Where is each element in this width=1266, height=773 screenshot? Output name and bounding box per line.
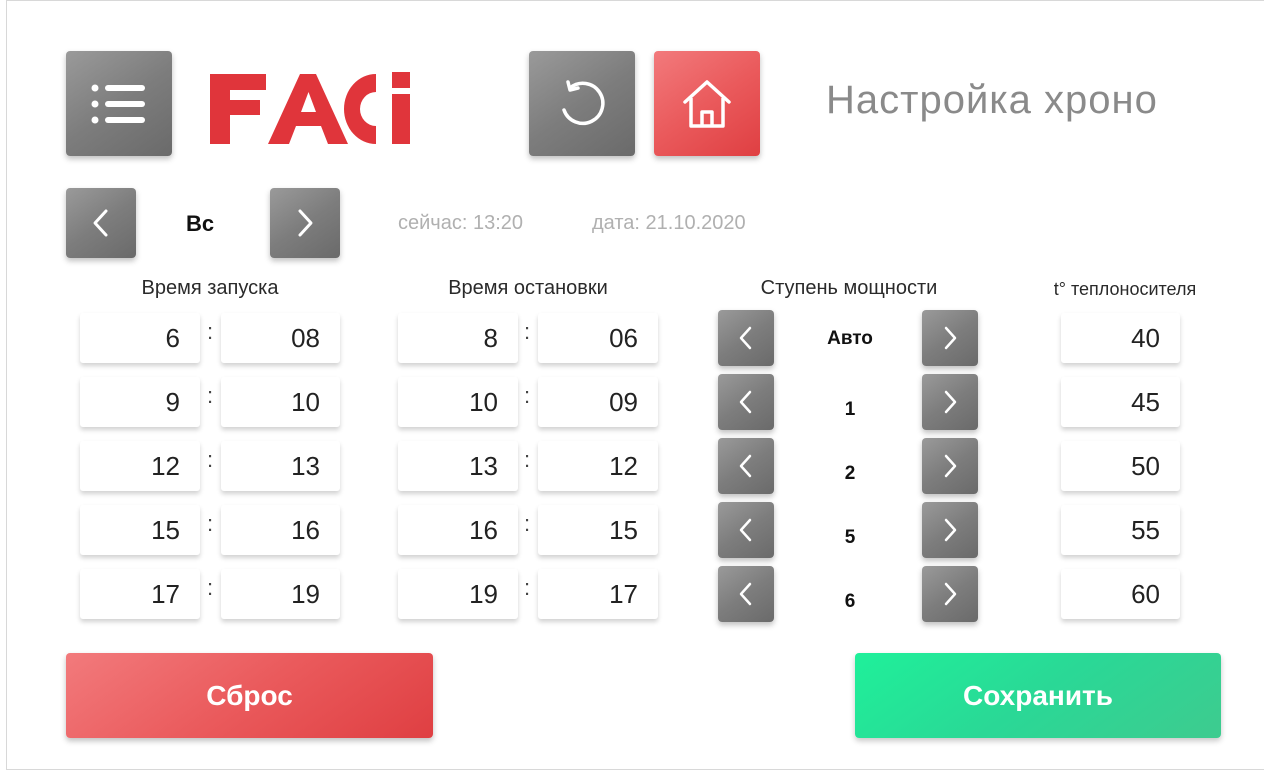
reset-button[interactable]: Сброс (66, 653, 433, 738)
power-level-value: 5 (844, 527, 856, 548)
start-hour-field[interactable]: 15 (80, 505, 200, 555)
column-header-temp: t° теплоносителя (1053, 279, 1197, 299)
power-prev-button[interactable] (718, 310, 774, 366)
menu-button[interactable] (66, 51, 172, 156)
undo-button[interactable] (529, 51, 635, 156)
time-separator: : (523, 383, 531, 408)
stop-hour-field[interactable]: 19 (398, 569, 518, 619)
stop-hour-field[interactable]: 13 (398, 441, 518, 491)
column-header-stop: Время остановки (448, 277, 608, 299)
stop-minute-field[interactable]: 17 (538, 569, 658, 619)
start-minute-field[interactable]: 13 (221, 441, 340, 491)
start-hour-field[interactable]: 17 (80, 569, 200, 619)
stop-minute-field[interactable]: 15 (538, 505, 658, 555)
day-next-button[interactable] (270, 188, 340, 258)
power-level-value: 6 (844, 591, 856, 612)
chevron-right-icon (944, 326, 957, 350)
start-minute-field[interactable]: 10 (221, 377, 340, 427)
day-prev-button[interactable] (66, 188, 136, 258)
power-next-button[interactable] (922, 502, 978, 558)
faci-logo (210, 72, 410, 144)
start-minute-field[interactable]: 19 (221, 569, 340, 619)
start-minute-field[interactable]: 16 (221, 505, 340, 555)
reset-button-label: Сброс (206, 679, 293, 711)
stop-minute-field[interactable]: 06 (538, 313, 658, 363)
start-hour-field[interactable]: 9 (80, 377, 200, 427)
stop-minute-field[interactable]: 12 (538, 441, 658, 491)
chevron-left-icon (739, 390, 752, 414)
time-separator: : (206, 447, 214, 472)
chevron-right-icon (944, 454, 957, 478)
chevron-right-icon (944, 582, 957, 606)
power-next-button[interactable] (922, 438, 978, 494)
time-separator: : (206, 319, 214, 344)
power-prev-button[interactable] (718, 566, 774, 622)
home-button[interactable] (654, 51, 760, 156)
coolant-temp-field[interactable]: 45 (1061, 377, 1180, 427)
power-prev-button[interactable] (718, 374, 774, 430)
coolant-temp-field[interactable]: 40 (1061, 313, 1180, 363)
time-separator: : (523, 447, 531, 472)
start-hour-field[interactable]: 12 (80, 441, 200, 491)
chevron-right-icon (944, 518, 957, 542)
power-next-button[interactable] (922, 566, 978, 622)
power-next-button[interactable] (922, 310, 978, 366)
chevron-left-icon (739, 454, 752, 478)
chevron-left-icon (93, 209, 108, 237)
stop-hour-field[interactable]: 10 (398, 377, 518, 427)
time-separator: : (206, 383, 214, 408)
undo-icon (562, 79, 605, 125)
column-header-power: Ступень мощности (760, 277, 938, 299)
current-time: сейчас: 13:20 (398, 212, 523, 234)
coolant-temp-field[interactable]: 50 (1061, 441, 1180, 491)
current-date: дата: 21.10.2020 (592, 212, 746, 234)
chevron-left-icon (739, 518, 752, 542)
coolant-temp-field[interactable]: 60 (1061, 569, 1180, 619)
power-prev-button[interactable] (718, 502, 774, 558)
chevron-left-icon (739, 326, 752, 350)
power-level-value: Авто (827, 328, 873, 349)
power-level-value: 2 (844, 463, 856, 484)
chevron-left-icon (739, 582, 752, 606)
save-button-label: Сохранить (963, 679, 1113, 711)
time-separator: : (523, 319, 531, 344)
start-hour-field[interactable]: 6 (80, 313, 200, 363)
stop-hour-field[interactable]: 16 (398, 505, 518, 555)
menu-icon (91, 84, 145, 123)
page-title: Настройка хроно (826, 78, 1158, 122)
power-prev-button[interactable] (718, 438, 774, 494)
start-minute-field[interactable]: 08 (221, 313, 340, 363)
time-separator: : (523, 575, 531, 600)
power-next-button[interactable] (922, 374, 978, 430)
coolant-temp-field[interactable]: 55 (1061, 505, 1180, 555)
column-header-start: Время запуска (141, 277, 279, 299)
stop-hour-field[interactable]: 8 (398, 313, 518, 363)
time-separator: : (206, 511, 214, 536)
power-level-value: 1 (844, 399, 856, 420)
time-separator: : (523, 511, 531, 536)
home-icon (683, 79, 731, 128)
day-label: Вс (185, 211, 215, 236)
stop-minute-field[interactable]: 09 (538, 377, 658, 427)
time-separator: : (206, 575, 214, 600)
chevron-right-icon (298, 209, 313, 237)
save-button[interactable]: Сохранить (855, 653, 1221, 738)
chevron-right-icon (944, 390, 957, 414)
